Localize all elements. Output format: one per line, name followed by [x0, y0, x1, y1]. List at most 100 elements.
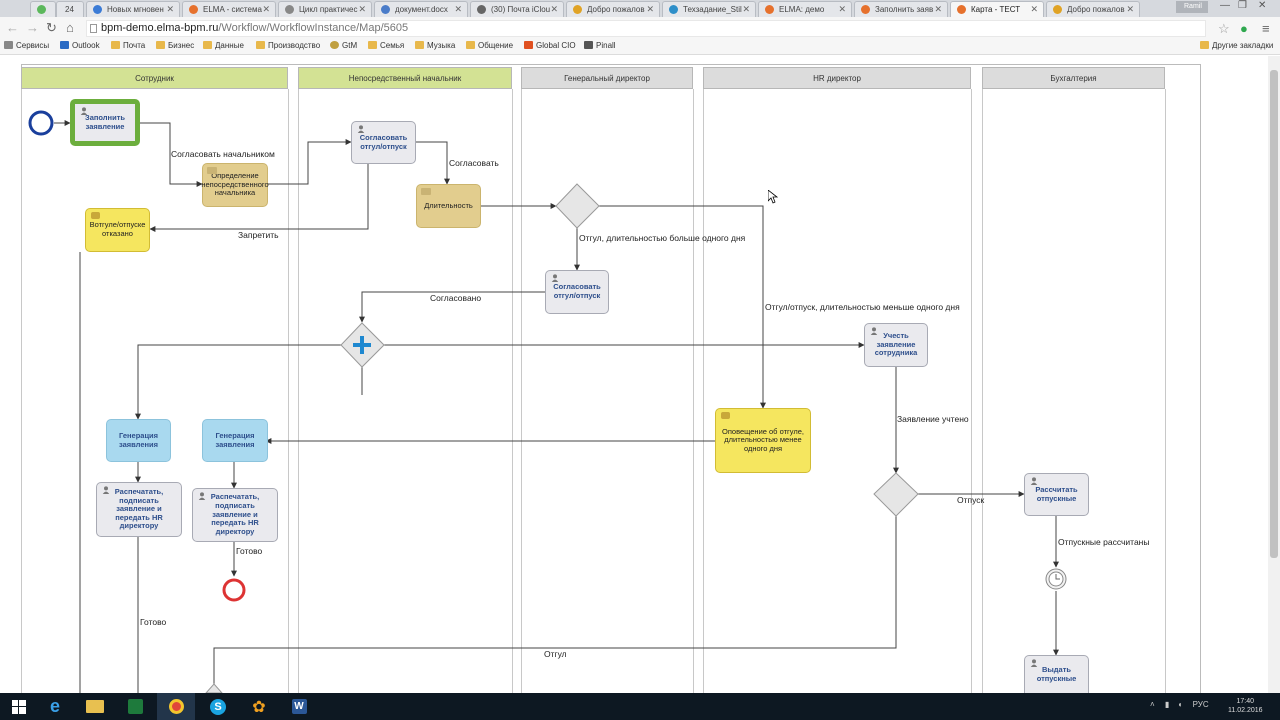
scrollbar-thumb[interactable] [1270, 70, 1278, 558]
folder-icon [368, 41, 377, 49]
tab-fill-request[interactable]: Заполнить заяв ✕ [854, 1, 948, 17]
taskbar-app[interactable]: ✿ [240, 693, 278, 720]
taskbar-ie[interactable]: e [36, 693, 74, 720]
task-account-hr[interactable]: Учесть заявление сотрудника [864, 323, 928, 367]
apps-icon [4, 41, 13, 49]
task-notify-short[interactable]: Оповещение об отгуле, длительностью мене… [715, 408, 811, 473]
forward-icon[interactable]: → [26, 20, 39, 35]
bookmark-data[interactable]: Данные [203, 41, 244, 50]
tab-elma-system[interactable]: ELMA - система ✕ [182, 1, 276, 17]
outlook-icon [60, 41, 69, 49]
tab-pinned[interactable] [30, 1, 56, 17]
bookmark-music[interactable]: Музыка [415, 41, 455, 50]
lane-employee: Сотрудник [21, 67, 288, 89]
taskbar-excel[interactable] [116, 693, 154, 720]
back-icon[interactable]: ← [6, 20, 19, 35]
tab-map-test[interactable]: Карта - ТЕСТ ✕ [950, 1, 1044, 17]
bookmark-label: Производство [268, 41, 321, 50]
task-approve-manager[interactable]: Согласовать отгул/отпуск [351, 121, 416, 164]
start-button[interactable] [0, 693, 38, 720]
tab-document[interactable]: документ.docx ✕ [374, 1, 468, 17]
close-tab-icon[interactable]: ✕ [934, 4, 942, 15]
close-tab-icon[interactable]: ✕ [262, 4, 270, 15]
taskbar-explorer[interactable] [76, 693, 114, 720]
close-tab-icon[interactable]: ✕ [646, 4, 654, 15]
close-tab-icon[interactable]: ✕ [1126, 4, 1134, 15]
task-print-2[interactable]: Распечатать, подписать заявление и перед… [192, 488, 278, 542]
task-rejected[interactable]: Вотгуле/отпуске отказано [85, 208, 150, 252]
user-task-icon [870, 327, 878, 335]
tab-tech-spec[interactable]: Техзадание_Stil ✕ [662, 1, 756, 17]
task-duration[interactable]: Длительность [416, 184, 481, 228]
bookmark-label: GtM [342, 41, 358, 50]
tab-favicon [669, 5, 678, 14]
task-gen-request-1[interactable]: Генерация заявления [106, 419, 171, 462]
lane-divider [298, 89, 299, 693]
tab-elma-demo[interactable]: ELMA: демо ✕ [758, 1, 852, 17]
address-bar[interactable]: bpm-demo.elma-bpm.ru/Workflow/WorkflowIn… [86, 20, 1206, 37]
bookmark-global-cio[interactable]: Global CIO [524, 41, 576, 50]
taskbar-skype[interactable]: S [199, 693, 237, 720]
bookmark-other[interactable]: Другие закладки [1200, 41, 1273, 50]
volume-icon[interactable]: ◖ [1178, 700, 1183, 709]
close-tab-icon[interactable]: ✕ [454, 4, 462, 15]
bookmark-social[interactable]: Общение [466, 41, 513, 50]
bookmark-production[interactable]: Производство [256, 41, 320, 50]
bookmark-gtm[interactable]: GtM [330, 41, 357, 50]
extension-icon[interactable]: ● [1240, 21, 1248, 36]
close-tab-icon[interactable]: ✕ [166, 4, 174, 15]
tab-favicon [1053, 5, 1062, 14]
reload-icon[interactable]: ↻ [46, 20, 57, 36]
bookmark-business[interactable]: Бизнес [156, 41, 194, 50]
close-tab-icon[interactable]: ✕ [838, 4, 846, 15]
folder-icon [256, 41, 265, 49]
script-task-icon [207, 167, 217, 174]
bookmark-family[interactable]: Семья [368, 41, 404, 50]
task-define-manager[interactable]: Определение непосредственного начальника [201, 163, 269, 207]
lane-title: Бухгалтерия [1050, 74, 1097, 83]
task-calc-vacation[interactable]: Рассчитать отпускные [1024, 473, 1089, 516]
task-approve-ceo[interactable]: Согласовать отгул/отпуск [545, 270, 609, 314]
minimize-icon[interactable]: — [1220, 0, 1230, 11]
close-tab-icon[interactable]: ✕ [1030, 4, 1038, 15]
tab-welcome-1[interactable]: Добро пожалов ✕ [566, 1, 660, 17]
task-issue-vacation[interactable]: Выдать отпускные [1024, 655, 1089, 693]
tray-chevron-icon[interactable]: ˄ [1150, 700, 1155, 709]
close-tab-icon[interactable]: ✕ [358, 4, 366, 15]
tab-messages[interactable]: Новых мгновен ✕ [86, 1, 180, 17]
bookmark-pinall[interactable]: Pinall [584, 41, 616, 50]
user-task-icon [1030, 477, 1038, 485]
language-indicator[interactable]: РУС [1193, 700, 1209, 709]
bookmark-outlook[interactable]: Outlook [60, 41, 100, 50]
bookmark-mail[interactable]: Почта [111, 41, 145, 50]
taskbar-clock[interactable]: 17:40 11.02.2016 [1228, 697, 1263, 715]
maximize-icon[interactable]: ❐ [1238, 0, 1247, 11]
bookmark-star-icon[interactable]: ☆ [1218, 21, 1230, 37]
lane-title: Непосредственный начальник [348, 74, 462, 83]
edge-label: Согласовать [449, 158, 499, 168]
user-profile-badge[interactable]: Ramil [1176, 1, 1208, 13]
tab-24[interactable]: 24 [56, 1, 84, 17]
tab-icloud-mail[interactable]: (30) Почта iClou ✕ [470, 1, 564, 17]
tab-label: 24 [65, 5, 74, 14]
edge-label: Заявление учтено [897, 414, 969, 424]
task-fill-request[interactable]: Заполнить заявление [70, 99, 140, 146]
menu-icon[interactable]: ≡ [1262, 21, 1270, 36]
tab-practice-cycle[interactable]: Цикл практичес ✕ [278, 1, 372, 17]
bookmark-label: Данные [215, 41, 244, 50]
close-window-icon[interactable]: ✕ [1258, 0, 1266, 11]
word-icon: W [291, 699, 307, 714]
task-print-1[interactable]: Распечатать, подписать заявление и перед… [96, 482, 182, 537]
tab-welcome-2[interactable]: Добро пожалов ✕ [1046, 1, 1140, 17]
close-tab-icon[interactable]: ✕ [742, 4, 750, 15]
network-icon[interactable]: ▮ [1165, 700, 1169, 709]
lane-hr-director: HR директор [703, 67, 971, 89]
clock-date: 11.02.2016 [1228, 707, 1263, 715]
close-tab-icon[interactable]: ✕ [550, 4, 558, 15]
tab-label: ELMA: демо [779, 5, 825, 14]
task-gen-request-2[interactable]: Генерация заявления [202, 419, 268, 462]
taskbar-chrome[interactable] [157, 693, 195, 720]
home-icon[interactable]: ⌂ [66, 20, 74, 35]
bookmark-apps[interactable]: Сервисы [4, 41, 49, 50]
taskbar-word[interactable]: W [280, 693, 318, 720]
